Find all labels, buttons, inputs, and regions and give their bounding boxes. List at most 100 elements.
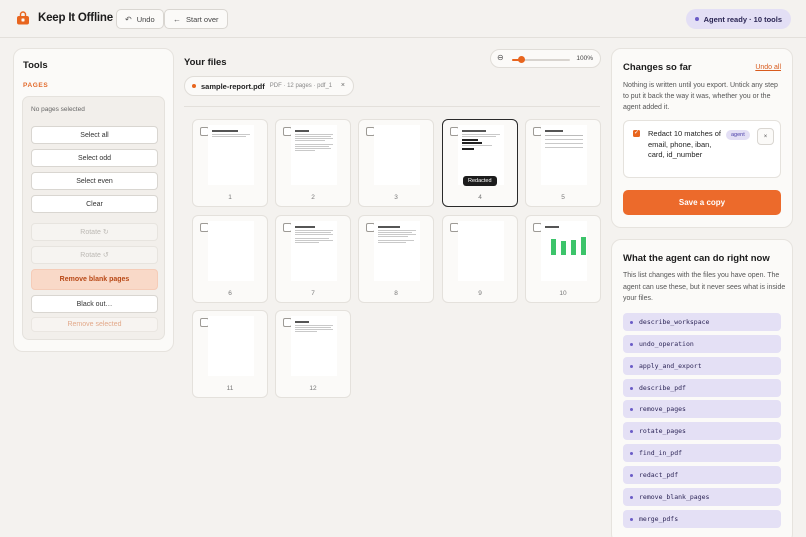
zoom-out-icon[interactable]: ⊖ xyxy=(497,53,504,62)
rotate-counterclockwise-button[interactable]: Rotate ↺ xyxy=(31,246,158,264)
pages-tools-group: No pages selected Select all Select odd … xyxy=(22,96,165,340)
tool-dot xyxy=(630,342,633,346)
undo-button[interactable]: ↶ Undo xyxy=(116,9,164,29)
preview-bar xyxy=(561,241,566,255)
page-preview xyxy=(374,125,420,185)
page-preview xyxy=(541,125,587,185)
change-checkbox[interactable]: ✓ xyxy=(633,130,640,137)
page-preview xyxy=(291,221,337,281)
page-thumbnail-7[interactable]: 7 xyxy=(275,215,351,303)
page-thumbnail-6[interactable]: 6 xyxy=(192,215,268,303)
clear-selection-button[interactable]: Clear xyxy=(31,195,158,213)
agent-panel-title: What the agent can do right now xyxy=(623,253,770,264)
rotate-clockwise-button[interactable]: Rotate ↻ xyxy=(31,223,158,241)
file-tab[interactable]: sample-report.pdf PDF · 12 pages · pdf_1… xyxy=(184,76,354,96)
tool-name: find_in_pdf xyxy=(639,449,683,457)
files-title: Your files xyxy=(184,57,227,68)
file-meta: PDF · 12 pages · pdf_1 xyxy=(269,83,333,89)
file-status-dot xyxy=(192,84,196,88)
tool-name: redact_pdf xyxy=(639,471,679,479)
redacted-badge: Redacted xyxy=(463,176,497,186)
select-odd-button[interactable]: Select odd xyxy=(31,149,158,167)
page-preview xyxy=(208,125,254,185)
tool-name: describe_pdf xyxy=(639,384,686,392)
change-item: ✓ Redact 10 matches of email, phone, iba… xyxy=(623,120,781,178)
page-preview xyxy=(374,221,420,281)
agent-tool-item: describe_pdf xyxy=(623,379,781,397)
agent-tool-item: remove_pages xyxy=(623,400,781,418)
page-number: 10 xyxy=(559,290,567,297)
zoom-control: ⊖ 100% xyxy=(490,49,601,68)
page-thumbnail-12[interactable]: 12 xyxy=(275,310,351,398)
agent-tool-item: remove_blank_pages xyxy=(623,488,781,506)
page-thumbnail-5[interactable]: 5 xyxy=(525,119,601,207)
page-preview xyxy=(291,125,337,185)
page-thumbnail-1[interactable]: 1 xyxy=(192,119,268,207)
page-preview xyxy=(458,221,504,281)
page-number: 9 xyxy=(478,290,482,297)
page-preview xyxy=(208,221,254,281)
tool-name: undo_operation xyxy=(639,340,694,348)
page-thumbnail-11[interactable]: 11 xyxy=(192,310,268,398)
undo-all-link[interactable]: Undo all xyxy=(755,64,781,71)
start-over-label: Start over xyxy=(186,14,219,24)
undo-label: Undo xyxy=(136,14,155,24)
tool-dot xyxy=(630,320,633,324)
page-thumbnail-8[interactable]: 8 xyxy=(358,215,434,303)
save-copy-button[interactable]: Save a copy xyxy=(623,190,781,215)
tool-dot xyxy=(630,407,633,411)
tools-title: Tools xyxy=(23,60,48,71)
page-number: 3 xyxy=(394,194,398,201)
page-number: 7 xyxy=(311,290,315,297)
page-number: 4 xyxy=(478,194,482,201)
tool-name: rotate_pages xyxy=(639,427,686,435)
page-thumbnail-10[interactable]: 10 xyxy=(525,215,601,303)
zoom-slider[interactable] xyxy=(512,56,570,63)
page-thumbnail-2[interactable]: 2 xyxy=(275,119,351,207)
status-dot-icon xyxy=(694,17,699,21)
agent-tool-item: redact_pdf xyxy=(623,466,781,484)
select-all-button[interactable]: Select all xyxy=(31,126,158,144)
zoom-level: 100% xyxy=(576,55,593,62)
select-even-button[interactable]: Select even xyxy=(31,172,158,190)
agent-status-label: Agent ready · 10 tools xyxy=(703,14,782,24)
tool-dot xyxy=(630,473,633,477)
page-preview xyxy=(291,316,337,376)
page-number: 6 xyxy=(228,290,232,297)
page-number: 8 xyxy=(394,290,398,297)
agent-tool-item: apply_and_export xyxy=(623,357,781,375)
page-thumbnail-3[interactable]: 3 xyxy=(358,119,434,207)
tool-name: apply_and_export xyxy=(639,362,702,370)
divider xyxy=(184,106,600,107)
page-thumbnail-9[interactable]: 9 xyxy=(442,215,518,303)
close-file-icon[interactable]: × xyxy=(341,82,345,89)
page-thumbnail-4[interactable]: Redacted 4 xyxy=(442,119,518,207)
agent-tool-item: merge_pdfs xyxy=(623,510,781,528)
black-out-button[interactable]: Black out… xyxy=(31,295,158,313)
undo-icon: ↶ xyxy=(125,14,132,24)
remove-selected-button[interactable]: Remove selected xyxy=(31,317,158,332)
agent-tool-item: find_in_pdf xyxy=(623,444,781,462)
preview-bar xyxy=(581,237,586,255)
agent-status-badge[interactable]: Agent ready · 10 tools xyxy=(685,9,791,29)
agent-capabilities-panel: What the agent can do right now This lis… xyxy=(611,239,793,537)
agent-tool-item: undo_operation xyxy=(623,335,781,353)
file-name: sample-report.pdf xyxy=(201,81,265,91)
start-over-button[interactable]: ← Start over xyxy=(164,9,228,29)
zoom-slider-handle[interactable] xyxy=(518,56,525,63)
changes-description: Nothing is written until you export. Unt… xyxy=(623,82,778,111)
tool-name: remove_pages xyxy=(639,405,686,413)
agent-tag: agent xyxy=(726,130,750,140)
remove-blank-pages-button[interactable]: Remove blank pages xyxy=(31,269,158,290)
page-number: 11 xyxy=(226,385,234,392)
tool-name: remove_blank_pages xyxy=(639,493,710,501)
remove-change-button[interactable]: × xyxy=(757,128,774,145)
agent-tool-item: rotate_pages xyxy=(623,422,781,440)
page-number: 1 xyxy=(228,194,232,201)
tool-name: merge_pdfs xyxy=(639,515,679,523)
page-chart-preview xyxy=(545,233,586,255)
agent-panel-description: This list changes with the files you hav… xyxy=(623,272,786,302)
tool-name: describe_workspace xyxy=(639,318,710,326)
changes-panel: Changes so far Undo all Nothing is writt… xyxy=(611,48,793,228)
page-number: 2 xyxy=(311,194,315,201)
